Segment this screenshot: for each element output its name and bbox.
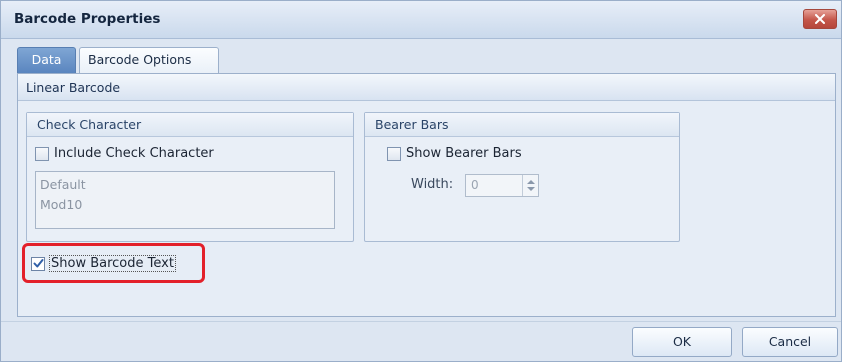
bearer-bars-group: Bearer Bars Show Bearer Bars Width: 0 bbox=[364, 112, 680, 242]
window-title: Barcode Properties bbox=[14, 11, 161, 27]
width-value[interactable]: 0 bbox=[471, 178, 479, 192]
spin-up-icon[interactable] bbox=[527, 180, 535, 184]
cancel-button[interactable]: Cancel bbox=[742, 327, 838, 357]
footer-separator bbox=[1, 321, 841, 322]
spin-down-icon[interactable] bbox=[527, 187, 535, 191]
tab-barcode-options[interactable]: Barcode Options bbox=[79, 47, 219, 74]
highlight-annotation bbox=[22, 243, 205, 283]
close-icon bbox=[815, 14, 825, 24]
ok-button[interactable]: OK bbox=[632, 327, 732, 357]
show-bearer-bars-row[interactable]: Show Bearer Bars bbox=[387, 146, 522, 161]
include-check-character-label: Include Check Character bbox=[54, 146, 214, 161]
include-check-character-row[interactable]: Include Check Character bbox=[35, 146, 214, 161]
section-header-linear-barcode: Linear Barcode bbox=[18, 74, 835, 101]
list-item[interactable]: Default bbox=[40, 175, 330, 195]
show-bearer-bars-label: Show Bearer Bars bbox=[406, 146, 522, 161]
width-label: Width: bbox=[411, 177, 454, 192]
width-spinbox[interactable]: 0 bbox=[465, 174, 539, 197]
include-check-character-checkbox[interactable] bbox=[35, 146, 49, 161]
check-character-listbox[interactable]: Default Mod10 bbox=[35, 171, 335, 229]
bearer-bars-header: Bearer Bars bbox=[365, 113, 679, 137]
check-character-group: Check Character Include Check Character … bbox=[26, 112, 354, 242]
barcode-properties-dialog: Barcode Properties Data Barcode Options … bbox=[0, 0, 842, 362]
tab-data[interactable]: Data bbox=[17, 47, 76, 73]
close-button[interactable] bbox=[803, 9, 837, 29]
list-item[interactable]: Mod10 bbox=[40, 195, 330, 215]
show-bearer-bars-checkbox[interactable] bbox=[387, 146, 401, 161]
title-bar: Barcode Properties bbox=[1, 1, 841, 39]
check-character-header: Check Character bbox=[27, 113, 353, 137]
width-spin-buttons[interactable] bbox=[522, 175, 538, 196]
